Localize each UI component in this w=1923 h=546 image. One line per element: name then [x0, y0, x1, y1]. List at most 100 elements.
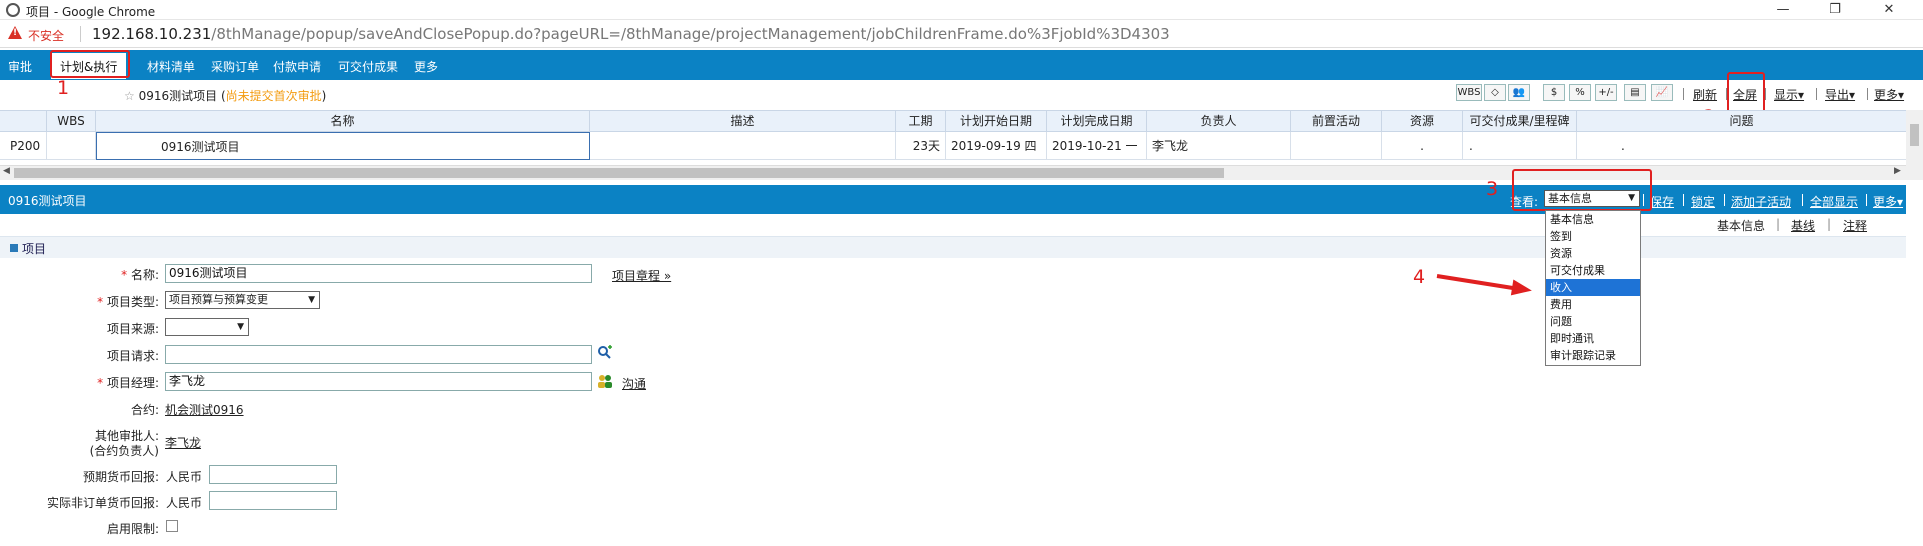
- add-subtask-button[interactable]: 添加子活动: [1731, 193, 1791, 210]
- other-approver-sublabel: (合约负责人): [89, 444, 159, 458]
- project-request-field[interactable]: [165, 345, 592, 364]
- actual-return-field[interactable]: [209, 491, 337, 510]
- scroll-thumb[interactable]: [1910, 124, 1919, 146]
- search-add-icon[interactable]: [597, 345, 612, 359]
- restrict-checkbox[interactable]: [166, 520, 178, 532]
- name-field[interactable]: 0916测试项目: [165, 264, 592, 283]
- col-deliverable[interactable]: 可交付成果/里程碑: [1463, 111, 1577, 133]
- view-label: 查看:: [1510, 195, 1539, 209]
- percent-icon[interactable]: %: [1569, 84, 1591, 101]
- col-wbs[interactable]: WBS: [47, 111, 96, 133]
- wbs-toggle-button[interactable]: WBS: [1456, 84, 1482, 101]
- project-source-select[interactable]: ▼: [165, 318, 249, 336]
- display-menu[interactable]: 显示▾: [1774, 86, 1804, 103]
- type-label: * 项目类型:: [97, 293, 159, 310]
- project-type-select[interactable]: 项目预算与预算变更 ▼: [165, 291, 320, 309]
- chevron-down-icon: ▼: [237, 322, 244, 332]
- menu-bom[interactable]: 材料清单: [147, 58, 195, 75]
- col-resource[interactable]: 资源: [1382, 111, 1463, 133]
- lock-button[interactable]: 锁定: [1691, 193, 1715, 210]
- grid-header: WBS 名称 描述 工期 计划开始日期 计划完成日期 负责人 前置活动 资源 可…: [0, 110, 1906, 133]
- scroll-thumb[interactable]: [14, 168, 1224, 178]
- chart-icon[interactable]: 📈: [1651, 84, 1673, 101]
- milestone-icon[interactable]: ◇: [1484, 84, 1506, 101]
- section-icon: [10, 244, 18, 252]
- refresh-button[interactable]: 刷新: [1693, 86, 1717, 103]
- detail-more-button[interactable]: 更多▾: [1873, 193, 1903, 210]
- communicate-link[interactable]: 沟通: [622, 375, 646, 392]
- dollar-icon[interactable]: $: [1543, 84, 1565, 101]
- view-option-issue[interactable]: 问题: [1546, 313, 1640, 330]
- view-option-basic-info[interactable]: 基本信息: [1546, 211, 1640, 228]
- project-status: 尚未提交首次审批: [225, 89, 322, 103]
- tab-notes[interactable]: 注释: [1843, 217, 1867, 234]
- row-owner: 李飞龙: [1147, 132, 1291, 160]
- fullscreen-button[interactable]: 全屏: [1733, 86, 1757, 103]
- tab-baseline[interactable]: 基线: [1791, 217, 1815, 234]
- annotation-number-4: 4: [1413, 266, 1426, 288]
- view-option-im[interactable]: 即时通讯: [1546, 330, 1640, 347]
- menu-approval[interactable]: 审批: [8, 58, 32, 75]
- toolbar-separator: [1867, 88, 1868, 100]
- url-host: 192.168.10.231: [92, 25, 212, 43]
- menu-payment-request[interactable]: 付款申请: [273, 58, 321, 75]
- view-option-resource[interactable]: 资源: [1546, 245, 1640, 262]
- show-all-button[interactable]: 全部显示: [1810, 193, 1858, 210]
- expected-return-field[interactable]: [209, 465, 337, 484]
- view-option-audit[interactable]: 审计跟踪记录: [1546, 347, 1640, 364]
- close-button[interactable]: ✕: [1866, 0, 1912, 20]
- restore-button[interactable]: ❐: [1812, 0, 1858, 20]
- people-picker-icon[interactable]: [597, 373, 612, 388]
- star-icon[interactable]: ☆: [124, 89, 135, 103]
- menu-more[interactable]: 更多: [414, 58, 438, 75]
- col-description[interactable]: 描述: [590, 111, 896, 133]
- detail-title: 0916测试项目: [8, 194, 87, 208]
- vertical-scrollbar[interactable]: [1906, 110, 1923, 180]
- url-text[interactable]: 192.168.10.231/8thManage/popup/saveAndCl…: [92, 25, 1170, 43]
- security-indicator[interactable]: 不安全: [28, 27, 64, 44]
- manager-label-text: 项目经理:: [106, 376, 159, 390]
- horizontal-scrollbar[interactable]: ◀ ▶: [0, 165, 1906, 180]
- section-title: 项目: [22, 242, 47, 256]
- project-type-value: 项目预算与预算变更: [169, 293, 268, 306]
- col-finish[interactable]: 计划完成日期: [1047, 111, 1147, 133]
- tab-basic-info[interactable]: 基本信息: [1717, 217, 1765, 234]
- menu-purchase-order[interactable]: 采购订单: [211, 58, 259, 75]
- col-start[interactable]: 计划开始日期: [946, 111, 1047, 133]
- row-name[interactable]: 0916测试项目: [96, 132, 590, 160]
- plus-minus-icon[interactable]: +/-: [1595, 84, 1617, 101]
- more-menu[interactable]: 更多▾: [1874, 86, 1904, 103]
- contract-link[interactable]: 机会测试0916: [165, 401, 244, 418]
- minimize-button[interactable]: —: [1760, 0, 1806, 20]
- project-charter-link[interactable]: 项目章程 »: [612, 267, 671, 284]
- col-issue[interactable]: 问题: [1577, 111, 1906, 133]
- app-icon: [6, 3, 20, 17]
- menu-plan-execute[interactable]: 计划&执行: [51, 53, 127, 79]
- address-bar[interactable]: 不安全 192.168.10.231/8thManage/popup/saveA…: [0, 20, 1923, 48]
- view-option-deliverable[interactable]: 可交付成果: [1546, 262, 1640, 279]
- menu-deliverables[interactable]: 可交付成果: [338, 58, 398, 75]
- detail-separator: [1643, 194, 1644, 206]
- expected-currency: 人民币: [166, 470, 203, 484]
- export-menu[interactable]: 导出▾: [1825, 86, 1855, 103]
- save-button[interactable]: 保存: [1650, 193, 1674, 210]
- address-separator: [80, 26, 81, 42]
- col-name[interactable]: 名称: [96, 111, 590, 133]
- col-duration[interactable]: 工期: [896, 111, 946, 133]
- scroll-right-icon[interactable]: ▶: [1894, 166, 1901, 176]
- gantt-icon[interactable]: ▤: [1624, 84, 1646, 101]
- view-option-checkin[interactable]: 签到: [1546, 228, 1640, 245]
- scroll-left-icon[interactable]: ◀: [3, 166, 10, 176]
- view-select[interactable]: 基本信息 ▼: [1544, 190, 1640, 207]
- people-icon[interactable]: 👥: [1508, 84, 1530, 101]
- col-owner[interactable]: 负责人: [1147, 111, 1291, 133]
- window-title: 项目 - Google Chrome: [26, 5, 156, 19]
- col-predecessor[interactable]: 前置活动: [1291, 111, 1382, 133]
- chevron-down-icon: ▼: [1628, 193, 1635, 203]
- other-approver-link[interactable]: 李飞龙: [165, 434, 201, 451]
- view-option-expense[interactable]: 费用: [1546, 296, 1640, 313]
- project-manager-field[interactable]: 李飞龙: [165, 372, 592, 391]
- view-option-income[interactable]: 收入: [1546, 279, 1640, 296]
- table-row[interactable]: P200 0916测试项目 23天 2019-09-19 四 2019-10-2…: [0, 132, 1906, 160]
- detail-separator: [1683, 194, 1684, 206]
